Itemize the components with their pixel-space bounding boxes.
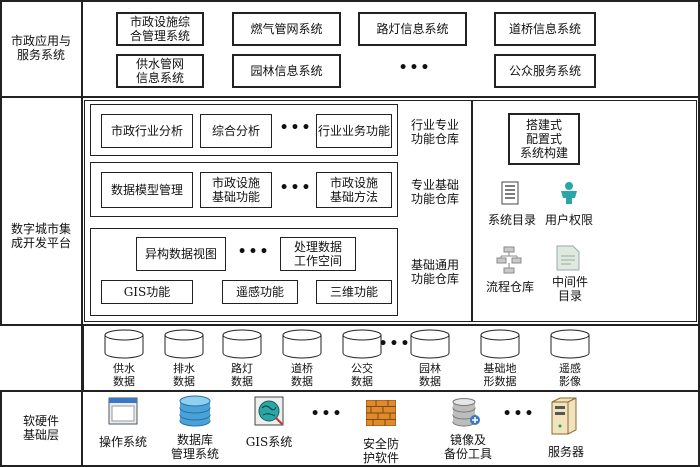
- special-item-model[interactable]: 数据模型管理: [101, 172, 193, 208]
- database-cylinder[interactable]: [164, 329, 204, 359]
- industry-item-synthesis[interactable]: 综合分析: [200, 114, 272, 148]
- database-label: 基础地 形数据: [483, 362, 517, 388]
- industry-item-business[interactable]: 行业业务功能: [316, 114, 392, 148]
- database-label: 排水 数据: [173, 362, 195, 388]
- special-ellipsis: •••: [279, 180, 313, 196]
- platform-layer-label: 数字城市集 成开发平台: [10, 222, 71, 250]
- common-item-heterogeneous-view[interactable]: 异构数据视图: [136, 237, 226, 271]
- base-item-security[interactable]: 安全防 护软件: [350, 436, 412, 466]
- base-layer-label: 软硬件 基础层: [22, 414, 59, 442]
- base-layer-divider: [81, 390, 83, 467]
- database-row: 供水 数据 排水 数据 路灯 数据 道桥 数据 公交 数据 园林 数据 基础地 形数据 遥感 …: [84, 326, 696, 390]
- database-cylinder[interactable]: [282, 329, 322, 359]
- builder-tool-middleware[interactable]: 中间件 目录: [540, 274, 600, 304]
- special-item-facility-method[interactable]: 市政设施 基础方法: [316, 172, 392, 208]
- database-label: 路灯 数据: [231, 362, 253, 388]
- industry-repo-label: 行业专业 功能仓库: [410, 118, 459, 146]
- database-cylinder[interactable]: [104, 329, 144, 359]
- database-label: 园林 数据: [419, 362, 441, 388]
- database-stack-icon: [178, 394, 212, 428]
- middleware-icon: [555, 244, 581, 272]
- database-ellipsis: •••: [378, 336, 412, 352]
- database-label: 道桥 数据: [291, 362, 313, 388]
- special-item-facility-function[interactable]: 市政设施 基础功能: [200, 172, 272, 208]
- database-cylinder[interactable]: [550, 329, 590, 359]
- firewall-icon: [365, 399, 397, 427]
- app-ellipsis: •••: [398, 60, 432, 76]
- flowchart-icon: [495, 246, 523, 274]
- gis-globe-icon: [254, 396, 284, 426]
- industry-ellipsis: •••: [279, 120, 313, 136]
- app-layer-label: 市政应用与 服务系统: [10, 34, 71, 62]
- app-system-streetlight[interactable]: 路灯信息系统: [358, 12, 467, 46]
- database-label: 公交 数据: [351, 362, 373, 388]
- app-system-bridge[interactable]: 道桥信息系统: [494, 12, 596, 46]
- common-item-gis[interactable]: GIS功能: [101, 280, 193, 304]
- app-layer-divider: [81, 0, 83, 98]
- builder-tool-catalog[interactable]: 系统目录: [482, 212, 542, 228]
- common-item-remote-sensing[interactable]: 遥感功能: [222, 280, 298, 304]
- common-ellipsis: •••: [237, 244, 271, 260]
- database-label: 供水 数据: [113, 362, 135, 388]
- base-ellipsis-1: •••: [310, 406, 344, 422]
- database-cylinder[interactable]: [222, 329, 262, 359]
- database-cylinder[interactable]: [480, 329, 520, 359]
- base-ellipsis-2: •••: [502, 406, 536, 422]
- base-item-backup[interactable]: 镜像及 备份工具: [436, 432, 500, 462]
- window-icon: [108, 396, 138, 426]
- common-repo-label: 基础通用 功能仓库: [410, 258, 459, 286]
- builder-tool-workflow[interactable]: 流程仓库: [480, 279, 540, 295]
- app-system-garden[interactable]: 园林信息系统: [232, 54, 341, 88]
- app-system-gas[interactable]: 燃气管网系统: [232, 12, 341, 46]
- database-label: 遥感 影像: [559, 362, 581, 388]
- builder-tool-permission[interactable]: 用户权限: [538, 212, 600, 228]
- base-item-os[interactable]: 操作系统: [92, 434, 154, 450]
- document-list-icon: [501, 181, 519, 205]
- backup-icon: [450, 398, 482, 428]
- builder-title-box[interactable]: 搭建式 配置式 系统构建: [508, 113, 580, 165]
- special-repo-label: 专业基础 功能仓库: [410, 178, 459, 206]
- industry-item-analysis[interactable]: 市政行业分析: [101, 114, 193, 148]
- base-item-dbms[interactable]: 数据库 管理系统: [164, 432, 226, 462]
- common-item-3d[interactable]: 三维功能: [316, 280, 392, 304]
- app-system-municipal[interactable]: 市政设施综 合管理系统: [116, 12, 204, 46]
- database-cylinder[interactable]: [410, 329, 450, 359]
- base-item-gis[interactable]: GIS系统: [240, 434, 298, 450]
- app-system-water[interactable]: 供水管网 信息系统: [116, 54, 204, 88]
- server-icon: [548, 396, 578, 436]
- database-cylinder[interactable]: [342, 329, 382, 359]
- user-icon: [557, 181, 581, 205]
- common-item-workspace[interactable]: 处理数据 工作空间: [280, 237, 356, 271]
- app-system-public[interactable]: 公众服务系统: [494, 54, 596, 88]
- base-item-server[interactable]: 服务器: [540, 444, 592, 460]
